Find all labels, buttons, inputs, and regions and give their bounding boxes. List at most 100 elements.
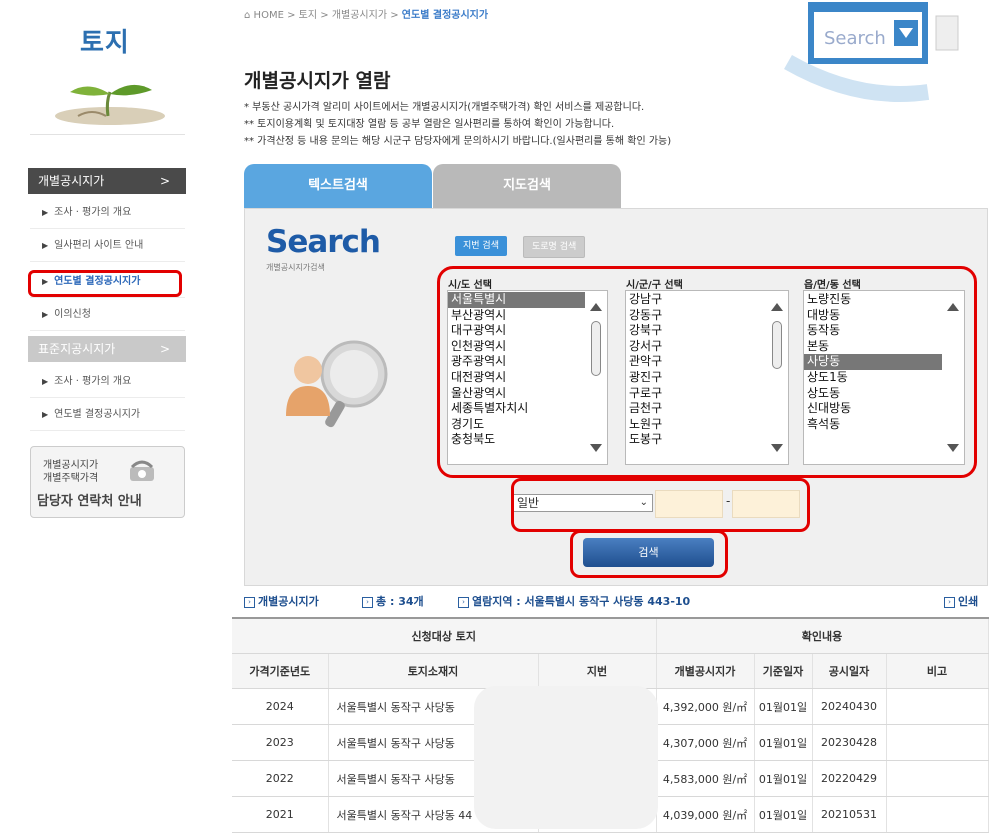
menu-head-label: 표준지공시지가 (38, 342, 116, 356)
sidebar-item-standard-survey[interactable]: ▶ 조사 · 평가의 개요 (30, 366, 185, 398)
summary-title: › 개별공시지가 (244, 593, 319, 609)
table-cell: 01월01일 (754, 688, 813, 725)
bullet-icon: ▶ (42, 310, 49, 319)
menu-head-label: 개별공시지가 (38, 174, 105, 188)
table-cell: 2023 (232, 724, 329, 761)
square-bullet-icon: › (458, 596, 469, 608)
sprout-illustration (55, 84, 165, 125)
contact-line3: 담당자 연락처 안내 (37, 494, 142, 509)
table-cell: 01월01일 (754, 796, 813, 833)
square-bullet-icon: › (244, 596, 255, 608)
summary-label: 개별공시지가 (258, 595, 319, 608)
banner-search-word: Search (824, 28, 886, 49)
total-label: 총 : (376, 595, 399, 608)
group-header-confirmation: 확인내용 (656, 618, 989, 654)
table-cell: 01월01일 (754, 760, 813, 797)
col-header-location: 토지소재지 (328, 653, 539, 689)
table-cell: 2024 (232, 688, 329, 725)
sidebar-item-survey-overview[interactable]: ▶ 조사 · 평가의 개요 (30, 197, 185, 229)
table-cell (886, 796, 989, 833)
contact-line2: 개별주택가격 (43, 473, 99, 484)
region-value: 서울특별시 동작구 사당동 443-10 (524, 595, 691, 608)
table-cell: 20240430 (812, 688, 887, 725)
col-header-year: 가격기준년도 (232, 653, 329, 689)
sidebar-item-label: 연도별 결정공시지가 (54, 409, 141, 420)
bullet-icon: ▶ (42, 377, 49, 386)
search-logo-sub: 개별공시지가검색 (266, 263, 325, 272)
table-cell: 4,583,000 원/㎡ (656, 760, 755, 797)
col-header-notice-date: 공시일자 (812, 653, 887, 689)
contact-guide-button[interactable]: 개별공시지가 개별주택가격 담당자 연락처 안내 (30, 446, 185, 518)
sidebar-item-standard-yearly[interactable]: ▶ 연도별 결정공시지가 (30, 399, 185, 431)
sidebar-item-label: 이의신청 (54, 309, 91, 320)
sidebar-item-ilsa-site[interactable]: ▶ 일사편리 사이트 안내 (30, 230, 185, 262)
table-cell: 4,307,000 원/㎡ (656, 724, 755, 761)
highlight-box (28, 270, 182, 297)
page-desc-1: * 부동산 공시가격 알리미 사이트에서는 개별공시지가(개별주택가격) 확인 … (244, 102, 645, 113)
menu-head-standard-land-price[interactable]: 표준지공시지가 > (28, 336, 186, 362)
table-cell: 2022 (232, 760, 329, 797)
summary-region: › 열람지역 : 서울특별시 동작구 사당동 443-10 (458, 593, 690, 609)
sidebar: 토지 개별공시지가 > ▶ 조사 · 평가의 개요 ▶ 일사편리 사이트 안내 ▶ 연… (0, 0, 190, 829)
breadcrumb-sep: > (287, 10, 296, 21)
sidebar-item-label: 조사 · 평가의 개요 (54, 376, 132, 387)
sidebar-divider (30, 134, 185, 135)
highlight-box (437, 266, 977, 478)
page-desc-2: ** 토지이용계획 및 토지대장 열람 등 공부 열람은 일사편리를 통하여 확… (244, 119, 615, 130)
page-title: 개별공시지가 열람 (244, 70, 391, 92)
table-cell: 20220429 (812, 760, 887, 797)
table-cell: 20230428 (812, 724, 887, 761)
table-cell: 20210531 (812, 796, 887, 833)
region-label: 열람지역 : (472, 595, 525, 608)
person-magnifier-illustration (286, 340, 388, 428)
tab-map-search[interactable]: 지도검색 (433, 164, 621, 208)
breadcrumb-sep: > (320, 10, 329, 21)
redaction-mask (474, 686, 658, 829)
square-bullet-icon: › (944, 596, 955, 608)
breadcrumb-current: 연도별 결정공시지가 (401, 10, 489, 21)
table-cell: 01월01일 (754, 724, 813, 761)
col-header-price: 개별공시지가 (656, 653, 755, 689)
sidebar-item-label: 일사편리 사이트 안내 (54, 240, 144, 251)
print-button[interactable]: › 인쇄 (944, 593, 978, 609)
menu-head-individual-land-price[interactable]: 개별공시지가 > (28, 168, 186, 194)
breadcrumb-individual[interactable]: 개별공시지가 (332, 10, 387, 21)
table-cell: 4,392,000 원/㎡ (656, 688, 755, 725)
contact-line1: 개별공시지가 (43, 460, 99, 471)
phone-icon (130, 460, 154, 481)
sidebar-item-objection[interactable]: ▶ 이의신청 (30, 299, 185, 331)
sidebar-item-label: 조사 · 평가의 개요 (54, 207, 132, 218)
print-label: 인쇄 (958, 595, 979, 608)
highlight-box (570, 530, 728, 578)
breadcrumb: ⌂ HOME > 토지 > 개별공시지가 > 연도별 결정공시지가 (244, 6, 488, 21)
square-bullet-icon: › (362, 596, 373, 608)
page-desc-3: ** 가격산정 등 내용 문의는 해당 시군구 담당자에게 문의하시기 바랍니다… (244, 136, 672, 147)
search-banner-illustration: Search (784, 2, 959, 102)
highlight-box (511, 478, 810, 532)
home-icon[interactable]: ⌂ (244, 10, 250, 21)
total-value: 34개 (398, 595, 424, 608)
col-header-base-date: 기준일자 (754, 653, 813, 689)
chevron-right-icon: > (159, 174, 170, 188)
table-cell: 2021 (232, 796, 329, 833)
sidebar-title: 토지 (80, 28, 130, 58)
breadcrumb-land[interactable]: 토지 (299, 10, 317, 21)
table-cell (886, 688, 989, 725)
tab-text-search[interactable]: 텍스트검색 (244, 164, 432, 208)
contact-text: 개별공시지가 개별주택가격 (43, 459, 98, 485)
group-header-target-land: 신청대상 토지 (232, 618, 657, 654)
bullet-icon: ▶ (42, 208, 49, 217)
jibun-search-button[interactable]: 지번 검색 (455, 236, 507, 256)
table-cell: 4,039,000 원/㎡ (656, 796, 755, 833)
table-cell (886, 724, 989, 761)
summary-total: › 총 : 34개 (362, 593, 424, 609)
chevron-right-icon: > (159, 342, 170, 356)
bullet-icon: ▶ (42, 410, 49, 419)
road-name-search-button[interactable]: 도로명 검색 (523, 236, 586, 258)
search-logo: Search (266, 224, 381, 260)
breadcrumb-sep: > (390, 10, 399, 21)
breadcrumb-home[interactable]: HOME (254, 10, 284, 21)
bullet-icon: ▶ (42, 241, 49, 250)
col-header-lot: 지번 (538, 653, 657, 689)
table-cell (886, 760, 989, 797)
